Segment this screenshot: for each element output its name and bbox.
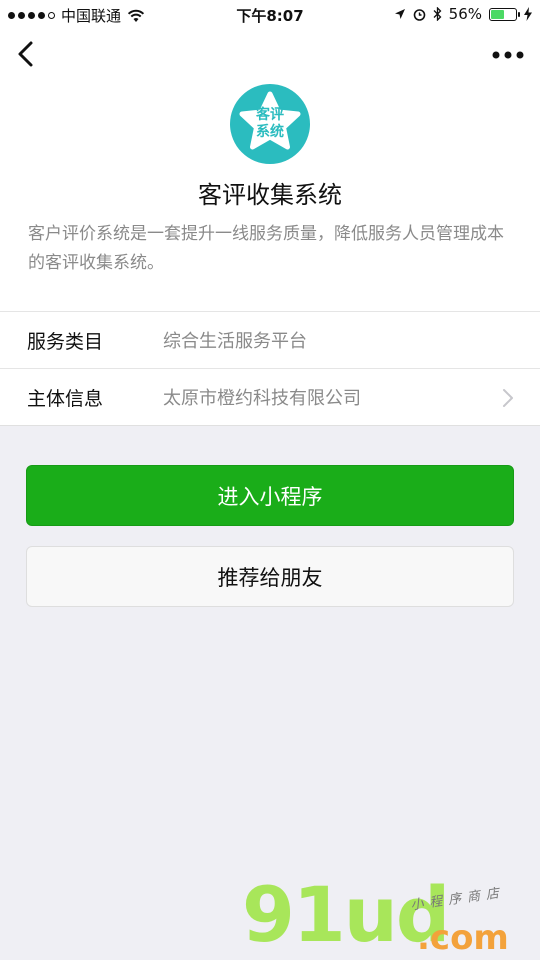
recommend-to-friends-button[interactable]: 推荐给朋友	[26, 546, 514, 607]
app-title: 客评收集系统	[198, 181, 342, 209]
status-right: 56%	[394, 5, 532, 23]
entity-info-row[interactable]: 主体信息 太原市橙约科技有限公司	[0, 368, 540, 425]
battery-icon	[489, 7, 520, 21]
service-category-label: 服务类目	[27, 330, 104, 353]
entity-info-value: 太原市橙约科技有限公司	[163, 388, 361, 409]
enter-mini-program-button[interactable]: 进入小程序	[26, 465, 514, 526]
service-category-value: 综合生活服务平台	[163, 331, 307, 352]
alarm-icon	[413, 8, 425, 21]
app-logo: 客评 系统	[230, 84, 310, 164]
watermark: 91ud .com 小程序商店	[242, 870, 532, 960]
app-description: 客户评价系统是一套提升一线服务质量，降低服务人员管理成本的客评收集系统。	[28, 224, 504, 273]
more-dots-icon	[492, 51, 524, 59]
bluetooth-icon	[433, 7, 442, 21]
location-icon	[394, 9, 405, 19]
logo-text: 客评 系统	[230, 107, 310, 141]
chevron-left-icon	[18, 41, 33, 67]
charging-icon	[524, 7, 532, 21]
panel-divider	[0, 425, 540, 426]
logo-text-line2: 系统	[256, 124, 284, 140]
service-category-row: 服务类目 综合生活服务平台	[0, 311, 540, 368]
chevron-right-icon	[503, 389, 513, 407]
watermark-domain: .com	[417, 918, 509, 958]
more-options-button[interactable]	[490, 42, 526, 68]
back-button[interactable]	[14, 40, 44, 70]
battery-percent: 56%	[448, 5, 482, 23]
logo-text-line1: 客评	[256, 107, 284, 123]
status-bar: 中国联通 下午8:07 56%	[0, 0, 540, 30]
entity-info-label: 主体信息	[27, 387, 104, 410]
